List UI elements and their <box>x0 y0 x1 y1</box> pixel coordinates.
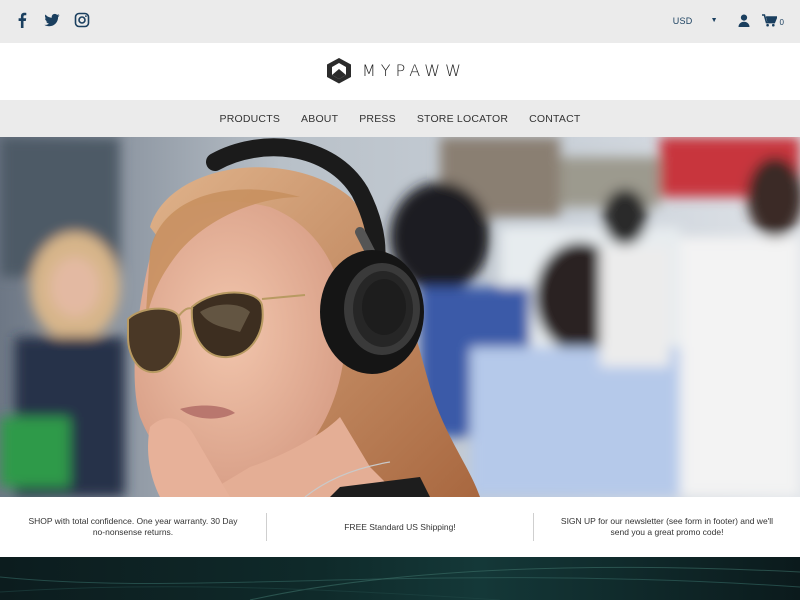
shopping-cart-icon[interactable] <box>761 14 777 27</box>
chevron-down-icon[interactable]: ▼ <box>711 17 718 24</box>
brand-name: MYPAWW <box>362 61 466 80</box>
utility-links: USD ▼ 0 <box>673 14 784 27</box>
instagram-icon[interactable] <box>74 12 90 28</box>
brand-hexagon-icon <box>327 58 351 84</box>
user-account-icon[interactable] <box>738 14 750 27</box>
nav-item-press[interactable]: PRESS <box>359 113 396 125</box>
nav-item-about[interactable]: ABOUT <box>301 113 338 125</box>
cart-count-badge: 0 <box>779 18 784 27</box>
benefit-warranty: SHOP with total confidence. One year war… <box>28 516 238 537</box>
decorative-swoosh <box>0 566 800 600</box>
top-utility-bar: USD ▼ 0 <box>0 0 800 43</box>
benefit-newsletter: SIGN UP for our newsletter (see form in … <box>560 516 774 537</box>
main-navigation: PRODUCTS ABOUT PRESS STORE LOCATOR CONTA… <box>0 100 800 137</box>
logo-band: MYPAWW <box>0 43 800 100</box>
twitter-icon[interactable] <box>44 12 60 28</box>
hero-banner-image <box>0 137 800 497</box>
hero-illustration <box>0 137 800 497</box>
next-section-banner <box>0 557 800 600</box>
nav-item-store-locator[interactable]: STORE LOCATOR <box>417 113 508 125</box>
benefit-shipping: FREE Standard US Shipping! <box>344 521 456 532</box>
currency-selector[interactable]: USD <box>673 16 693 26</box>
nav-item-contact[interactable]: CONTACT <box>529 113 580 125</box>
nav-item-products[interactable]: PRODUCTS <box>220 113 281 125</box>
social-links <box>14 12 90 28</box>
facebook-icon[interactable] <box>14 12 30 28</box>
site-logo[interactable]: MYPAWW <box>326 57 466 84</box>
benefits-bar: SHOP with total confidence. One year war… <box>0 497 800 557</box>
